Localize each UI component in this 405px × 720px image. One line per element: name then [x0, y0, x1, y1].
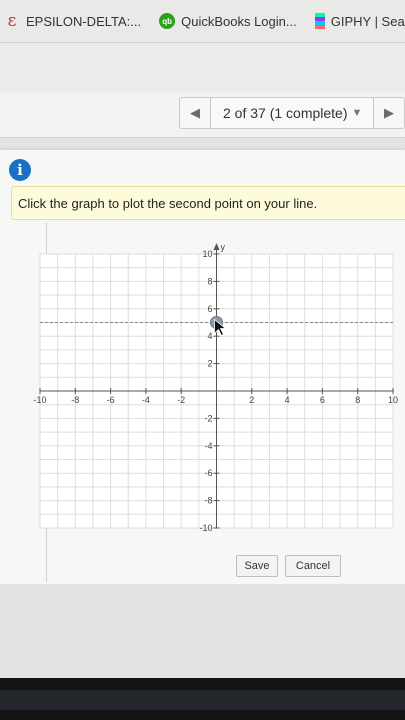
x-tick-label: -4 — [142, 395, 150, 405]
question-panel: i Click the graph to plot the second poi… — [0, 150, 405, 584]
previous-question-button[interactable]: ◀ — [179, 97, 211, 129]
y-tick-label: -10 — [199, 523, 212, 533]
x-tick-label: 10 — [388, 395, 398, 405]
x-tick-label: -6 — [107, 395, 115, 405]
x-tick-label: -10 — [33, 395, 46, 405]
y-tick-label: -8 — [204, 496, 212, 506]
y-tick-label: 10 — [202, 249, 212, 259]
x-tick-label: 2 — [249, 395, 254, 405]
caret-down-icon: ▼ — [351, 107, 363, 119]
bookmark-label: EPSILON-DELTA:... — [26, 13, 142, 29]
taskbar — [0, 690, 405, 710]
x-tick-label: -2 — [177, 395, 185, 405]
bookmark-label: QuickBooks Login... — [181, 13, 297, 29]
bookmark-label: GIPHY | Sea — [330, 13, 405, 29]
bookmark-giphy[interactable]: GIPHY | Sea — [314, 13, 405, 29]
coordinate-graph[interactable]: y -10 -8 -6 -4 -2 2 4 6 8 10 10 8 6 4 2 -2 -4 -6 -8 -10 — [0, 150, 405, 584]
x-tick-label: -8 — [71, 395, 79, 405]
y-tick-label: 8 — [207, 276, 212, 286]
y-tick-label: -4 — [204, 441, 212, 451]
quickbooks-icon: qb — [159, 13, 176, 29]
y-tick-label: -6 — [204, 468, 212, 478]
x-tick-label: 4 — [285, 395, 290, 405]
bookmarks-bar: ɛ EPSILON-DELTA:... qb QuickBooks Login.… — [0, 0, 405, 43]
bookmark-quickbooks[interactable]: qb QuickBooks Login... — [159, 13, 297, 29]
page-footer-area — [0, 584, 405, 678]
chevron-right-icon: ▶ — [384, 105, 394, 120]
page-header-area — [0, 43, 405, 93]
epsilon-icon: ɛ — [7, 11, 17, 31]
giphy-icon — [314, 13, 325, 29]
question-select[interactable]: 2 of 37 (1 complete) ▼ — [211, 97, 373, 129]
x-tick-label: 6 — [320, 395, 325, 405]
y-axis-arrow-icon — [213, 243, 220, 250]
next-question-button[interactable]: ▶ — [373, 97, 405, 129]
y-tick-label: 4 — [207, 331, 212, 341]
y-axis-label: y — [221, 242, 226, 252]
bookmark-epsilon-delta[interactable]: ɛ EPSILON-DELTA:... — [4, 11, 142, 31]
chevron-left-icon: ◀ — [190, 105, 200, 120]
question-nav: ◀ 2 of 37 (1 complete) ▼ ▶ — [0, 93, 405, 138]
y-tick-label: 2 — [207, 359, 212, 369]
question-position: 2 of 37 (1 complete) — [223, 105, 348, 121]
y-tick-label: 6 — [207, 304, 212, 314]
y-tick-label: -2 — [204, 413, 212, 423]
save-button[interactable]: Save — [236, 555, 278, 577]
cancel-button[interactable]: Cancel — [285, 555, 341, 577]
x-tick-label: 8 — [355, 395, 360, 405]
